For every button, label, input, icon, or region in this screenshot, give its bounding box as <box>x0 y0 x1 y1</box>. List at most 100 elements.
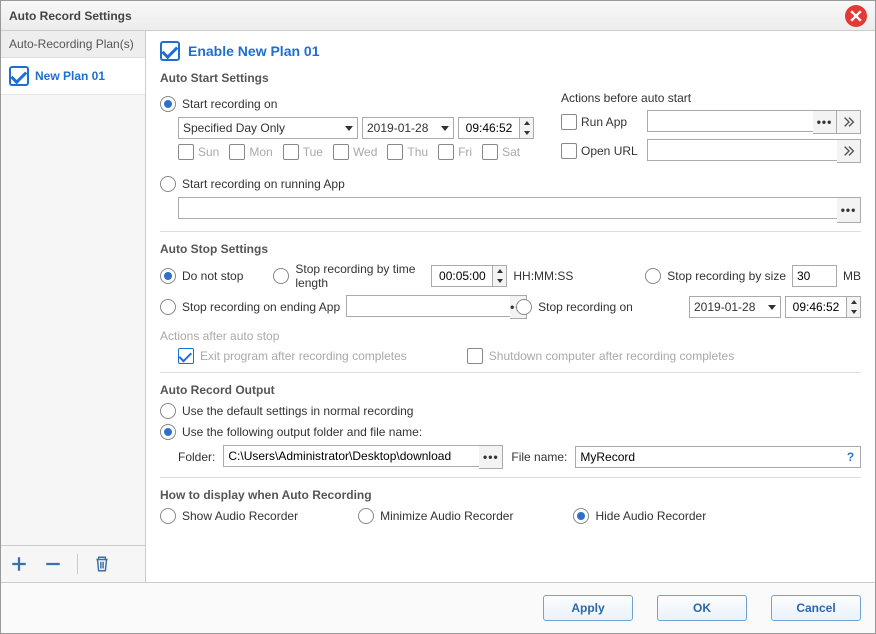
chevron-up-icon <box>851 300 857 304</box>
auto-start-columns: Start recording on Specified Day Only 20… <box>160 91 861 168</box>
start-on-app-label[interactable]: Start recording on running App <box>182 177 345 191</box>
stop-time-down[interactable] <box>493 276 506 286</box>
do-not-stop-radio[interactable] <box>160 268 176 284</box>
start-time-spinner[interactable] <box>458 117 534 139</box>
running-app-browse-button[interactable]: ••• <box>837 197 861 223</box>
double-chevron-right-icon <box>842 144 856 158</box>
run-app-browse-button[interactable]: ••• <box>813 110 837 134</box>
open-url-checkbox[interactable] <box>561 143 577 159</box>
start-date-select[interactable]: 2019-01-28 <box>362 117 454 139</box>
sidebar-header: Auto-Recording Plan(s) <box>1 31 145 58</box>
shutdown-label[interactable]: Shutdown computer after recording comple… <box>489 349 734 363</box>
window-title: Auto Record Settings <box>9 9 845 23</box>
folder-label: Folder: <box>178 450 215 464</box>
day-mon-checkbox[interactable] <box>229 144 245 160</box>
start-on-app-radio[interactable] <box>160 176 176 192</box>
sidebar-divider <box>77 554 78 574</box>
shutdown-checkbox[interactable] <box>467 348 483 364</box>
stop-time-spinner[interactable] <box>431 265 507 287</box>
stop-on-datetime-radio[interactable] <box>516 299 532 315</box>
delete-plan-button[interactable] <box>92 554 112 574</box>
stop-on-datetime-label[interactable]: Stop recording on <box>538 300 633 314</box>
time-up-button[interactable] <box>520 118 533 128</box>
stop-date-value: 2019-01-28 <box>694 300 755 314</box>
plan-item-new-plan[interactable]: New Plan 01 <box>1 58 145 95</box>
stop-time-unit: HH:MM:SS <box>513 269 573 283</box>
ok-button[interactable]: OK <box>657 595 747 621</box>
stop-by-size-label[interactable]: Stop recording by size <box>667 269 786 283</box>
auto-stop-title: Auto Stop Settings <box>160 242 861 256</box>
enable-plan-checkbox[interactable] <box>160 41 180 61</box>
start-on-radio[interactable] <box>160 96 176 112</box>
folder-browse-button[interactable]: ••• <box>479 445 503 469</box>
day-fri-checkbox[interactable] <box>438 144 454 160</box>
display-hide-label[interactable]: Hide Audio Recorder <box>595 509 706 523</box>
remove-plan-button[interactable] <box>43 554 63 574</box>
exit-program-label[interactable]: Exit program after recording completes <box>200 349 407 363</box>
display-title: How to display when Auto Recording <box>160 488 861 502</box>
stop-size-input[interactable] <box>792 265 837 287</box>
day-sat-label: Sat <box>502 145 520 159</box>
output-default-label[interactable]: Use the default settings in normal recor… <box>182 404 413 418</box>
open-url-expand-button[interactable] <box>837 139 861 163</box>
stop-time-up[interactable] <box>493 266 506 276</box>
open-url-row: Open URL <box>561 139 861 163</box>
stop-datetime-time-input[interactable] <box>786 297 846 317</box>
stop-time-input[interactable] <box>432 266 492 286</box>
stop-date-select[interactable]: 2019-01-28 <box>689 296 781 318</box>
day-fri-label: Fri <box>458 145 472 159</box>
output-custom-label[interactable]: Use the following output folder and file… <box>182 425 422 439</box>
day-thu-checkbox[interactable] <box>387 144 403 160</box>
start-recording-on-row: Start recording on <box>160 96 537 112</box>
close-button[interactable] <box>845 5 867 27</box>
ending-app-input[interactable] <box>346 295 510 317</box>
run-app-checkbox[interactable] <box>561 114 577 130</box>
run-app-expand-button[interactable] <box>837 110 861 134</box>
sidebar: Auto-Recording Plan(s) New Plan 01 <box>1 31 146 582</box>
stop-on-ending-app-label[interactable]: Stop recording on ending App <box>182 300 340 314</box>
day-wed-checkbox[interactable] <box>333 144 349 160</box>
plan-checkbox[interactable] <box>9 66 29 86</box>
stop-row-2: Stop recording on ending App ••• Stop re… <box>160 295 861 319</box>
chevron-down-icon <box>524 131 530 135</box>
running-app-field: ••• <box>178 197 861 223</box>
filename-input[interactable] <box>575 446 841 468</box>
display-show-label[interactable]: Show Audio Recorder <box>182 509 298 523</box>
stop-by-time-radio[interactable] <box>273 268 289 284</box>
output-custom-radio[interactable] <box>160 424 176 440</box>
folder-input[interactable] <box>223 445 479 467</box>
display-hide-radio[interactable] <box>573 508 589 524</box>
day-sat-checkbox[interactable] <box>482 144 498 160</box>
stop-datetime-time-spinner[interactable] <box>785 296 861 318</box>
exit-program-checkbox[interactable] <box>178 348 194 364</box>
open-url-label[interactable]: Open URL <box>581 144 643 158</box>
time-down-button[interactable] <box>520 128 533 138</box>
start-mode-value: Specified Day Only <box>183 121 285 135</box>
start-mode-select[interactable]: Specified Day Only <box>178 117 358 139</box>
stop-by-size-radio[interactable] <box>645 268 661 284</box>
do-not-stop-label[interactable]: Do not stop <box>182 269 243 283</box>
run-app-input[interactable] <box>647 110 813 132</box>
apply-button[interactable]: Apply <box>543 595 633 621</box>
stop-datetime-up[interactable] <box>847 297 860 307</box>
stop-on-ending-app-radio[interactable] <box>160 299 176 315</box>
output-default-radio[interactable] <box>160 403 176 419</box>
filename-help-button[interactable]: ? <box>841 446 861 468</box>
day-sun-checkbox[interactable] <box>178 144 194 160</box>
display-minimize-label[interactable]: Minimize Audio Recorder <box>380 509 513 523</box>
stop-by-time-label[interactable]: Stop recording by time length <box>295 262 425 290</box>
stop-datetime-down[interactable] <box>847 307 860 317</box>
divider <box>160 477 861 478</box>
start-time-input[interactable] <box>459 118 519 138</box>
cancel-button[interactable]: Cancel <box>771 595 861 621</box>
display-minimize-radio[interactable] <box>358 508 374 524</box>
minus-icon <box>44 555 62 573</box>
display-show-radio[interactable] <box>160 508 176 524</box>
running-app-input[interactable] <box>178 197 837 219</box>
day-tue-checkbox[interactable] <box>283 144 299 160</box>
open-url-input[interactable] <box>647 139 837 161</box>
run-app-label[interactable]: Run App <box>581 115 643 129</box>
divider <box>160 372 861 373</box>
add-plan-button[interactable] <box>9 554 29 574</box>
start-on-label[interactable]: Start recording on <box>182 97 277 111</box>
